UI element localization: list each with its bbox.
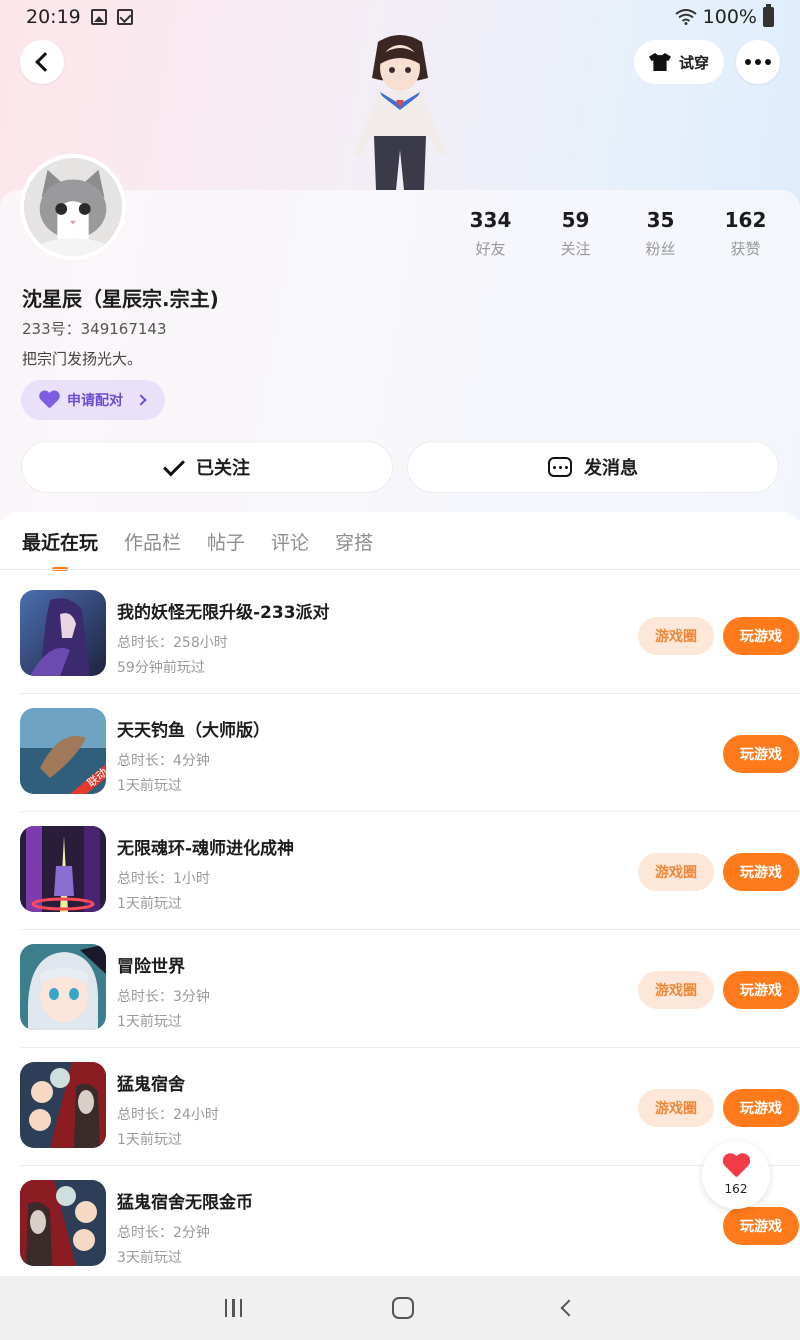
game-list-item[interactable]: 我的妖怪无限升级-233派对 总时长：258小时 59分钟前玩过 游戏圈 玩游戏 bbox=[20, 576, 800, 694]
game-title: 冒险世界 bbox=[117, 957, 185, 977]
game-circle-button[interactable]: 游戏圈 bbox=[638, 853, 714, 891]
status-time: 20:19 bbox=[26, 6, 81, 28]
game-title: 猛鬼宿舍无限金币 bbox=[117, 1193, 253, 1213]
tab-divider bbox=[0, 569, 800, 570]
send-message-label: 发消息 bbox=[584, 458, 638, 479]
game-duration: 总时长：2分钟 bbox=[117, 1225, 210, 1241]
try-on-label: 试穿 bbox=[678, 53, 709, 72]
play-game-button[interactable]: 玩游戏 bbox=[723, 617, 799, 655]
game-list-item[interactable]: 猛鬼宿舍 总时长：24小时 1天前玩过 游戏圈 玩游戏 bbox=[20, 1048, 800, 1166]
play-game-button[interactable]: 玩游戏 bbox=[723, 1089, 799, 1127]
game-duration: 总时长：4分钟 bbox=[117, 753, 210, 769]
tab-recently-played[interactable]: 最近在玩 bbox=[22, 528, 98, 555]
stat-value: 59 bbox=[561, 208, 590, 232]
tab-posts[interactable]: 帖子 bbox=[207, 528, 245, 555]
game-duration: 总时长：1小时 bbox=[117, 871, 210, 887]
back-button[interactable] bbox=[20, 40, 64, 84]
play-game-button[interactable]: 玩游戏 bbox=[723, 853, 799, 891]
shirt-icon bbox=[648, 53, 671, 71]
anime-girl-icon bbox=[20, 944, 106, 1030]
battery-icon bbox=[763, 4, 774, 27]
profile-stats: 334 好友 59 关注 35 粉丝 162 获赞 bbox=[448, 208, 788, 259]
anime-warrior-icon bbox=[20, 590, 106, 676]
heart-icon bbox=[722, 1154, 750, 1178]
more-dots-icon bbox=[745, 59, 771, 65]
apply-match-button[interactable]: 申请配对 bbox=[21, 380, 165, 420]
play-game-button[interactable]: 玩游戏 bbox=[723, 971, 799, 1009]
system-navigation-bar bbox=[0, 1276, 800, 1340]
game-title: 我的妖怪无限升级-233派对 bbox=[117, 603, 330, 623]
chat-bubble-icon bbox=[548, 457, 572, 477]
system-back-button[interactable] bbox=[560, 1299, 578, 1317]
more-options-button[interactable] bbox=[736, 40, 780, 84]
home-button[interactable] bbox=[391, 1297, 414, 1319]
stat-label: 获赞 bbox=[730, 240, 761, 258]
game-list: 我的妖怪无限升级-233派对 总时长：258小时 59分钟前玩过 游戏圈 玩游戏… bbox=[0, 576, 800, 1284]
game-list-item[interactable]: 无限魂环-魂师进化成神 总时长：1小时 1天前玩过 游戏圈 玩游戏 bbox=[20, 812, 800, 930]
wifi-icon bbox=[675, 9, 697, 25]
game-circle-button[interactable]: 游戏圈 bbox=[638, 1089, 714, 1127]
tab-comments[interactable]: 评论 bbox=[271, 528, 309, 555]
avatar-figure[interactable] bbox=[340, 34, 460, 190]
game-last-played: 1天前玩过 bbox=[117, 1014, 182, 1030]
stat-value: 334 bbox=[469, 208, 512, 232]
play-game-button[interactable]: 玩游戏 bbox=[723, 1207, 799, 1245]
game-list-item[interactable]: 冒险世界 总时长：3分钟 1天前玩过 游戏圈 玩游戏 bbox=[20, 930, 800, 1048]
stat-likes[interactable]: 162 获赞 bbox=[703, 208, 788, 259]
task-notification-icon bbox=[116, 9, 133, 25]
tab-works[interactable]: 作品栏 bbox=[124, 528, 181, 555]
following-label: 已关注 bbox=[196, 458, 250, 479]
game-last-played: 3天前玩过 bbox=[117, 1250, 182, 1266]
game-duration: 总时长：24小时 bbox=[117, 1107, 219, 1123]
floating-like-button[interactable]: 162 bbox=[702, 1141, 770, 1209]
game-list-item[interactable]: 联动 天天钓鱼（大师版） 总时长：4分钟 1天前玩过 玩游戏 bbox=[20, 694, 800, 812]
gallery-notification-icon bbox=[90, 9, 107, 25]
following-button[interactable]: 已关注 bbox=[21, 441, 393, 493]
chevron-left-icon bbox=[35, 52, 55, 72]
game-title: 无限魂环-魂师进化成神 bbox=[117, 839, 295, 859]
stat-label: 好友 bbox=[475, 240, 506, 258]
chevron-right-icon bbox=[135, 394, 147, 406]
game-title: 天天钓鱼（大师版） bbox=[117, 721, 270, 741]
try-on-button[interactable]: 试穿 bbox=[634, 40, 724, 84]
game-circle-button[interactable]: 游戏圈 bbox=[638, 971, 714, 1009]
stat-following[interactable]: 59 关注 bbox=[533, 208, 618, 259]
stat-label: 粉丝 bbox=[645, 240, 676, 258]
content-panel: 最近在玩 作品栏 帖子 评论 穿搭 我的妖怪无限升级-233派对 总时长：258… bbox=[0, 512, 800, 1276]
game-title: 猛鬼宿舍 bbox=[117, 1075, 185, 1095]
user-avatar[interactable] bbox=[20, 154, 126, 260]
check-icon bbox=[163, 454, 185, 476]
play-game-button[interactable]: 玩游戏 bbox=[723, 735, 799, 773]
game-circle-button[interactable]: 游戏圈 bbox=[638, 617, 714, 655]
game-duration: 总时长：258小时 bbox=[117, 635, 228, 651]
game-duration: 总时长：3分钟 bbox=[117, 989, 210, 1005]
status-bar: 20:19 100% bbox=[0, 0, 800, 34]
stat-value: 162 bbox=[724, 208, 767, 232]
user-bio: 把宗门发扬光大。 bbox=[22, 350, 143, 368]
stat-label: 关注 bbox=[560, 240, 591, 258]
stat-friends[interactable]: 334 好友 bbox=[448, 208, 533, 259]
fishing-icon: 联动 bbox=[20, 708, 106, 794]
game-last-played: 1天前玩过 bbox=[117, 1132, 182, 1148]
ghost-dorm-icon bbox=[20, 1180, 106, 1266]
user-name: 沈星辰（星辰宗.宗主) bbox=[22, 287, 219, 311]
game-last-played: 1天前玩过 bbox=[117, 896, 182, 912]
battery-percent: 100% bbox=[702, 6, 757, 28]
user-id: 233号：349167143 bbox=[22, 320, 167, 338]
ghost-dorm-icon bbox=[20, 1062, 106, 1148]
like-count: 162 bbox=[724, 1182, 748, 1196]
recent-apps-button[interactable] bbox=[224, 1299, 243, 1317]
send-message-button[interactable]: 发消息 bbox=[407, 441, 779, 493]
game-last-played: 1天前玩过 bbox=[117, 778, 182, 794]
game-last-played: 59分钟前玩过 bbox=[117, 660, 205, 676]
cat-avatar-image bbox=[24, 158, 122, 256]
stat-fans[interactable]: 35 粉丝 bbox=[618, 208, 703, 259]
heart-icon bbox=[39, 391, 59, 409]
game-list-item[interactable]: 猛鬼宿舍无限金币 总时长：2分钟 3天前玩过 玩游戏 bbox=[20, 1166, 800, 1284]
soul-ring-icon bbox=[20, 826, 106, 912]
tab-outfits[interactable]: 穿搭 bbox=[335, 528, 373, 555]
apply-match-label: 申请配对 bbox=[67, 393, 123, 409]
profile-tabs: 最近在玩 作品栏 帖子 评论 穿搭 bbox=[22, 528, 373, 555]
stat-value: 35 bbox=[646, 208, 675, 232]
